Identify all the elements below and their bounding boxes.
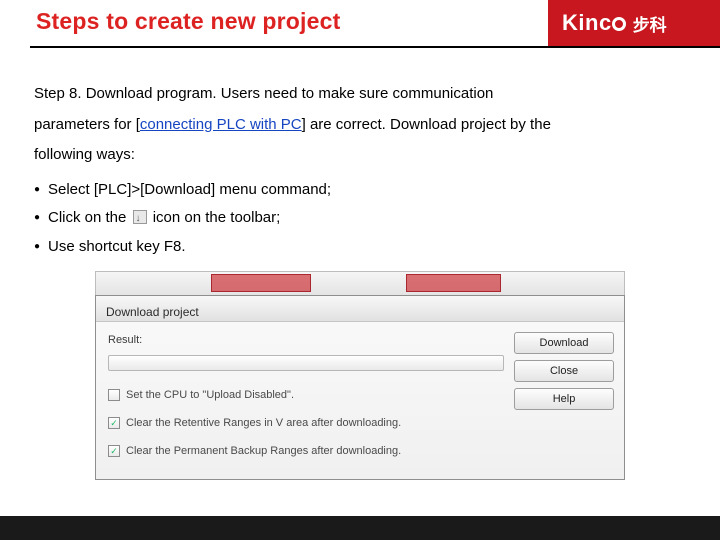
paragraph-line-2: parameters for [connecting PLC with PC] … bbox=[34, 111, 686, 140]
b2-prefix: Click on the bbox=[48, 209, 126, 226]
paragraph-line-3: following ways: bbox=[34, 141, 686, 170]
p2-suffix: ] are correct. Download project by the bbox=[302, 116, 551, 133]
checkbox-icon: ✓ bbox=[108, 417, 120, 429]
download-button[interactable]: Download bbox=[514, 332, 614, 354]
download-dialog: Download project Result: Set the CPU to … bbox=[95, 295, 625, 480]
checkbox-label-1: Set the CPU to "Upload Disabled". bbox=[126, 385, 294, 406]
red-highlight-1 bbox=[211, 274, 311, 292]
checkbox-label-3: Clear the Permanent Backup Ranges after … bbox=[126, 441, 401, 462]
checkbox-icon bbox=[108, 389, 120, 401]
checkbox-upload-disabled[interactable]: Set the CPU to "Upload Disabled". bbox=[108, 385, 504, 406]
help-button[interactable]: Help bbox=[514, 388, 614, 410]
brand-text-left: Kinc bbox=[562, 10, 612, 35]
close-button[interactable]: Close bbox=[514, 360, 614, 382]
result-label: Result: bbox=[108, 330, 504, 351]
b2-suffix: icon on the toolbar; bbox=[153, 209, 281, 226]
brand-cn-text: 步科 bbox=[633, 11, 667, 36]
bullet-item-3: Use shortcut key F8. bbox=[34, 233, 686, 262]
bullet-item-2: Click on the icon on the toolbar; bbox=[34, 204, 686, 233]
bullet-item-1: Select [PLC]>[Download] menu command; bbox=[34, 176, 686, 205]
header-divider bbox=[30, 46, 720, 48]
checkbox-clear-retentive[interactable]: ✓ Clear the Retentive Ranges in V area a… bbox=[108, 413, 504, 434]
p2-prefix: parameters for [ bbox=[34, 116, 140, 133]
link-connecting-plc[interactable]: connecting PLC with PC bbox=[140, 116, 302, 133]
slide-body: Step 8. Download program. Users need to … bbox=[0, 60, 720, 480]
checkbox-clear-backup[interactable]: ✓ Clear the Permanent Backup Ranges afte… bbox=[108, 441, 504, 462]
footer-bar bbox=[0, 516, 720, 540]
brand-logo: Kinc 步科 bbox=[548, 0, 720, 46]
download-toolbar-icon bbox=[133, 210, 147, 224]
slide-header: Steps to create new project Kinc 步科 bbox=[0, 0, 720, 60]
progress-bar bbox=[108, 355, 504, 371]
red-highlight-2 bbox=[406, 274, 501, 292]
paragraph-line-1: Step 8. Download program. Users need to … bbox=[34, 80, 686, 109]
bullet-list: Select [PLC]>[Download] menu command; Cl… bbox=[34, 176, 686, 262]
page-title: Steps to create new project bbox=[36, 8, 341, 35]
dialog-titlebar: Download project bbox=[96, 296, 624, 322]
background-tabstrip bbox=[95, 271, 625, 295]
checkbox-label-2: Clear the Retentive Ranges in V area aft… bbox=[126, 413, 401, 434]
checkbox-icon: ✓ bbox=[108, 445, 120, 457]
brand-o-icon bbox=[612, 17, 626, 31]
dialog-screenshot: Download project Result: Set the CPU to … bbox=[95, 271, 625, 480]
